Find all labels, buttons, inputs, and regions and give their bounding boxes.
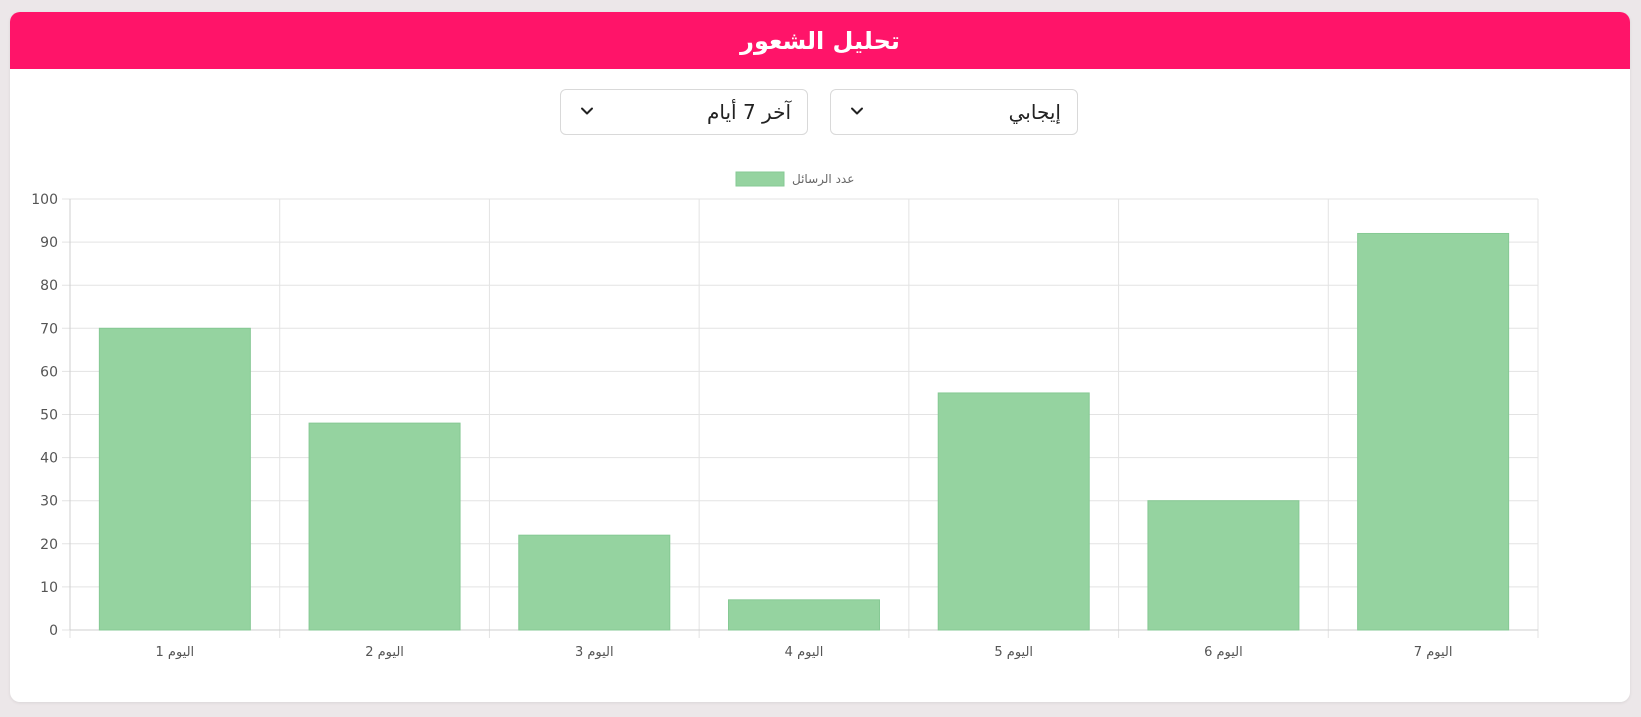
bar [937,392,1090,631]
bar-chart: 0 10 20 30 40 50 60 70 80 90 100 اليوم 1 اليوم 2 اليو… [31,171,1539,660]
y-tick-label: 90 [40,235,58,251]
y-tick-label: 100 [31,192,58,208]
legend-swatch [735,171,785,187]
sentiment-select[interactable]: إيجابي [830,89,1078,135]
filter-bar: إيجابي آخر 7 أيام [10,89,1630,137]
chart-grid [62,198,1539,638]
x-tick-label: اليوم 6 [1204,645,1243,660]
y-tick-label: 60 [40,364,58,380]
bar [1147,500,1300,631]
legend-label: عدد الرسائل [792,172,854,187]
time-range-select[interactable]: آخر 7 أيام [560,89,808,135]
y-tick-label: 40 [40,451,58,467]
y-tick-label: 10 [40,580,58,596]
page-title: تحليل الشعور [740,26,900,55]
x-tick-label: اليوم 7 [1414,645,1453,660]
y-tick-label: 50 [40,408,58,424]
y-tick-label: 0 [49,623,58,639]
bar [98,327,251,631]
y-tick-label: 80 [40,278,58,294]
x-tick-label: اليوم 1 [156,645,195,660]
y-tick-label: 70 [40,321,58,337]
y-tick-label: 20 [40,537,58,553]
x-tick-label: اليوم 5 [994,645,1033,660]
bar [728,599,880,631]
x-tick-label: اليوم 4 [785,645,824,660]
card-header: تحليل الشعور [10,12,1630,69]
x-tick-label: اليوم 3 [575,645,614,660]
sentiment-select-value: إيجابي [1008,100,1061,124]
bar [1357,232,1510,631]
chart-bars [98,232,1510,631]
y-tick-label: 30 [40,494,58,510]
x-tick-label: اليوم 2 [365,645,404,660]
bar [308,422,461,631]
chevron-down-icon [851,107,863,115]
chevron-down-icon [581,107,593,115]
sentiment-analysis-card: تحليل الشعور إيجابي آخر 7 أيام 0 10 20 30 40… [10,12,1630,702]
bar [518,534,671,631]
chart-axes: 0 10 20 30 40 50 60 70 80 90 100 اليوم 1 اليوم 2 اليو… [31,192,1538,660]
chart-legend[interactable]: عدد الرسائل [735,171,854,187]
time-range-select-value: آخر 7 أيام [706,100,791,124]
